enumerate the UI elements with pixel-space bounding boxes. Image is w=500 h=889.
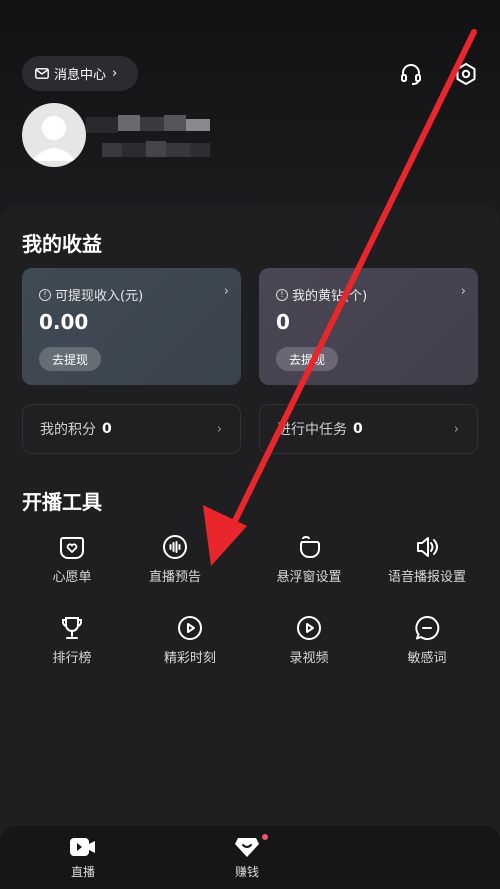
chevron-right-icon: › <box>460 284 466 299</box>
tool-label: 排行榜 <box>52 651 92 666</box>
message-center-button[interactable]: 消息中心 › <box>22 56 138 91</box>
withdrawable-label-text: 可提现收入(元) <box>55 289 144 304</box>
earnings-title: 我的收益 <box>22 232 102 256</box>
video-camera-icon <box>70 838 95 856</box>
info-icon: ! <box>39 288 51 301</box>
coins-label: ! 我的黄钻(个) <box>276 285 367 304</box>
tab-live-label: 直播 <box>70 865 95 879</box>
blurred-username <box>86 103 210 161</box>
settings-icon[interactable] <box>454 62 478 86</box>
withdrawable-label: ! 可提现收入(元) <box>39 285 143 304</box>
tool-voice-broadcast[interactable]: 语音播报设置 <box>372 534 482 585</box>
chevron-right-icon: › <box>216 421 222 437</box>
tool-label: 心愿单 <box>52 570 92 585</box>
chevron-right-icon: › <box>112 66 118 81</box>
info-icon: ! <box>276 288 288 301</box>
play-circle-icon <box>178 616 202 640</box>
message-center-label: 消息中心 <box>54 68 107 83</box>
tool-sensitive-words[interactable]: 敏感词 <box>372 615 482 666</box>
tool-record-video[interactable]: 录视频 <box>254 615 364 666</box>
tool-highlights[interactable]: 精彩时刻 <box>135 615 245 666</box>
coins-card[interactable]: ! 我的黄钻(个) › 0 去提现 <box>259 268 478 385</box>
live-preview-icon <box>163 535 187 559</box>
tool-label: 精彩时刻 <box>163 651 216 666</box>
withdrawable-value: 0.00 <box>39 310 89 334</box>
tool-label: 悬浮窗设置 <box>276 570 342 585</box>
points-value: 0 <box>102 421 112 437</box>
avatar[interactable] <box>22 103 86 167</box>
tasks-label: 进行中任务 <box>277 422 347 438</box>
tool-label: 录视频 <box>289 651 329 666</box>
tab-live[interactable]: 直播 <box>53 836 113 880</box>
withdraw-button[interactable]: 去提现 <box>39 347 102 371</box>
tool-float-window[interactable]: 悬浮窗设置 <box>254 534 364 585</box>
tool-label: 敏感词 <box>407 651 447 666</box>
diamond-icon <box>235 838 259 857</box>
withdrawable-card[interactable]: ! 可提现收入(元) › 0.00 去提现 <box>22 268 241 385</box>
heart-chat-icon <box>60 537 84 559</box>
mail-icon <box>35 68 49 79</box>
chevron-right-icon: › <box>223 284 229 299</box>
coins-withdraw-button[interactable]: 去提现 <box>276 347 339 371</box>
tab-earn[interactable]: 赚钱 <box>217 836 277 880</box>
tool-wishlist[interactable]: 心愿单 <box>17 534 127 585</box>
tab-earn-label: 赚钱 <box>234 865 259 879</box>
chevron-right-icon: › <box>453 421 459 437</box>
chat-bubble-icon <box>415 615 440 640</box>
tool-label: 语音播报设置 <box>387 570 466 585</box>
default-avatar-icon <box>32 116 76 161</box>
points-row[interactable]: 我的积分 0 › <box>22 404 241 454</box>
tasks-row[interactable]: 进行中任务 0 › <box>259 404 478 454</box>
notification-badge <box>262 834 268 840</box>
tool-leaderboard[interactable]: 排行榜 <box>17 615 127 666</box>
float-window-icon <box>300 535 320 558</box>
coins-value: 0 <box>276 310 290 334</box>
coins-label-text: 我的黄钻(个) <box>292 289 368 304</box>
tasks-value: 0 <box>353 421 363 437</box>
points-label: 我的积分 <box>40 422 96 438</box>
record-video-icon <box>297 616 321 640</box>
tool-live-preview[interactable]: 直播预告 <box>120 534 230 585</box>
speaker-icon <box>417 537 438 557</box>
tools-title: 开播工具 <box>22 490 102 514</box>
headset-icon[interactable] <box>399 62 423 86</box>
tool-label: 直播预告 <box>148 570 201 585</box>
trophy-icon <box>62 617 82 639</box>
